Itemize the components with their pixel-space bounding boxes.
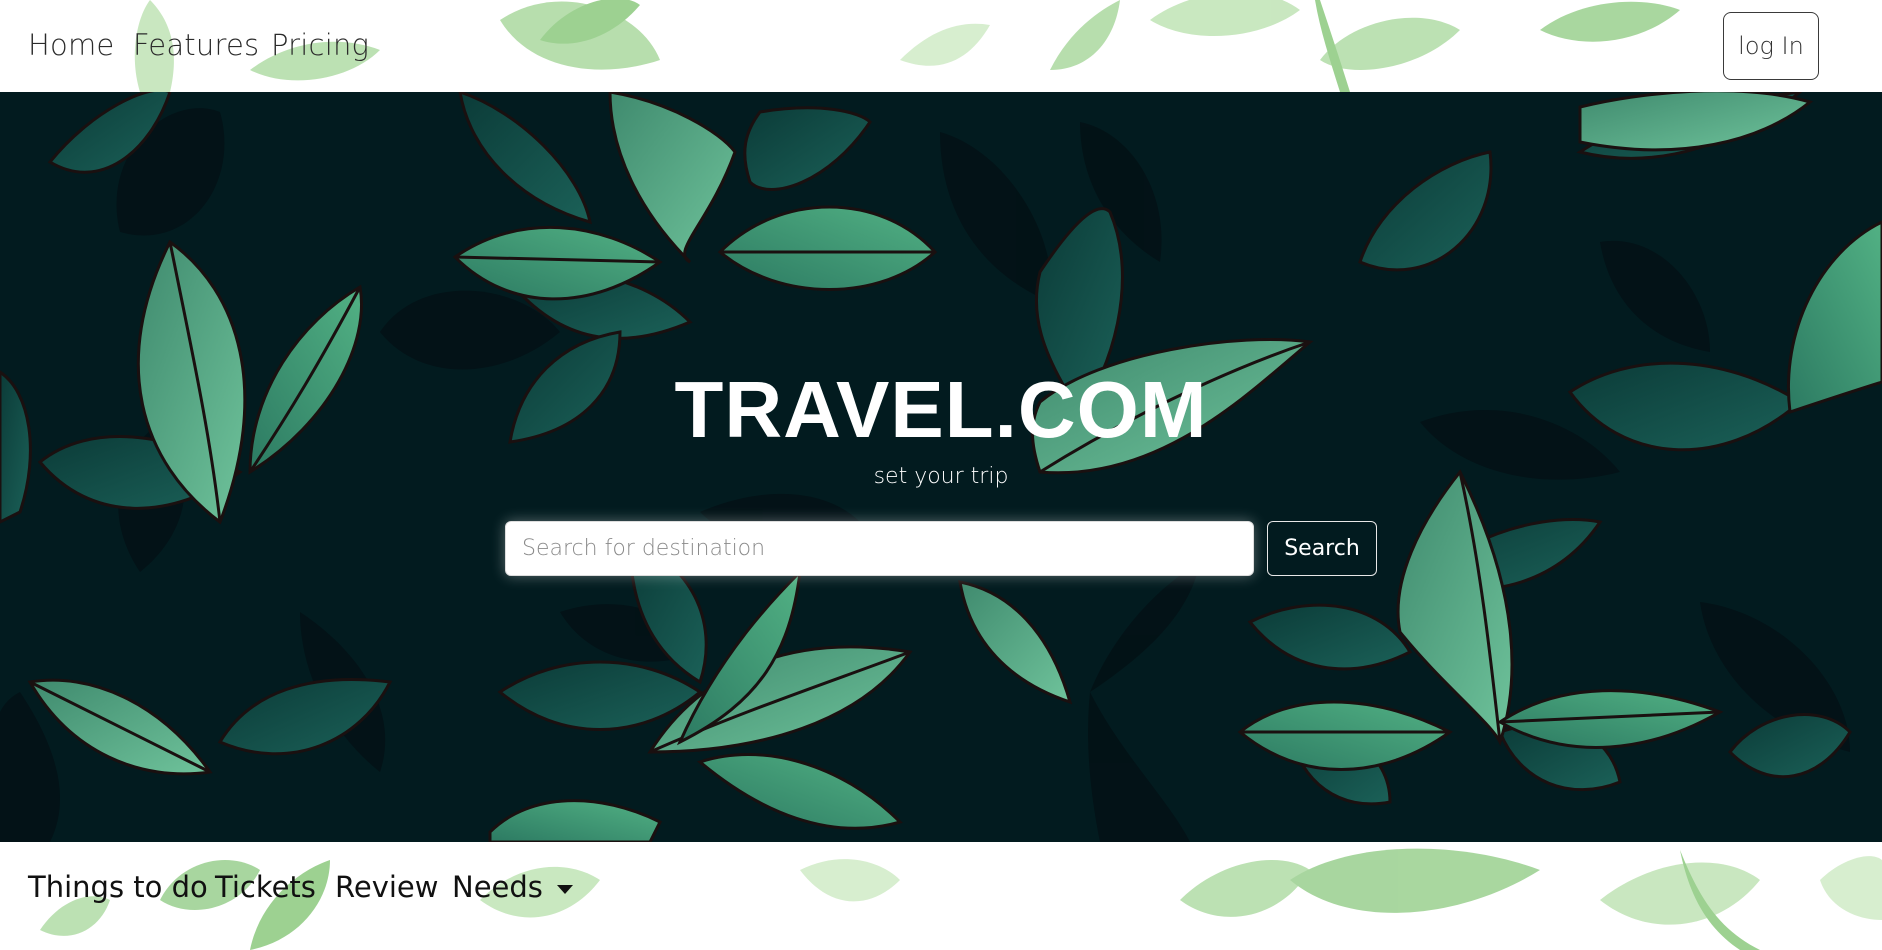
- secondary-navbar: Things to do Tickets Review Needs: [0, 842, 1882, 950]
- nav-link-features[interactable]: Features: [133, 28, 259, 62]
- subnav-link-review[interactable]: Review: [335, 870, 438, 904]
- hero-banner: TRAVEL.COM set your trip Search: [0, 92, 1882, 842]
- needs-dropdown[interactable]: Needs: [452, 870, 573, 904]
- needs-dropdown-label: Needs: [452, 870, 543, 904]
- top-navbar: Home Features Pricing log In: [0, 0, 1882, 92]
- caret-down-icon: [556, 884, 573, 894]
- search-button[interactable]: Search: [1267, 521, 1377, 576]
- login-button[interactable]: log In: [1723, 12, 1819, 80]
- site-title: TRAVEL.COM: [674, 365, 1208, 454]
- subnav-link-things-to-do[interactable]: Things to do: [28, 870, 208, 904]
- site-subtitle: set your trip: [873, 464, 1009, 489]
- nav-link-home[interactable]: Home: [28, 28, 114, 62]
- nav-link-pricing[interactable]: Pricing: [271, 28, 369, 62]
- destination-search-input[interactable]: [505, 521, 1254, 576]
- subnav-link-tickets[interactable]: Tickets: [215, 870, 316, 904]
